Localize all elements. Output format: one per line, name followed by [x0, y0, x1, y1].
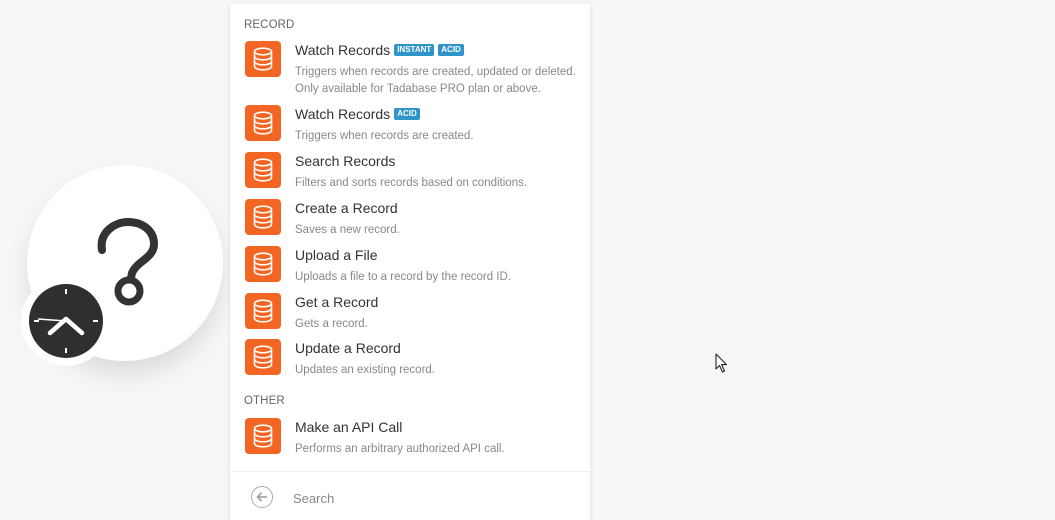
section-title: OTHER: [244, 395, 285, 407]
module-icon: [245, 105, 281, 141]
module-title-text: Upload a File: [295, 247, 378, 263]
module-title: Get a Record: [295, 294, 378, 310]
module-description: Performs an arbitrary authorized API cal…: [295, 443, 505, 455]
module-description: Triggers when records are created.: [295, 130, 474, 142]
module-description: Gets a record.: [295, 318, 368, 330]
module-title-text: Watch Records: [295, 42, 391, 58]
module-picker-panel: RECORD Watch Records INSTANT ACID Triggers w…: [230, 4, 590, 520]
module-description: Triggers when records are created, updat…: [295, 66, 576, 95]
module-icon: [245, 41, 281, 77]
module-description: Filters and sorts records based on condi…: [295, 177, 528, 189]
database-icon: [253, 47, 273, 71]
module-title-text: Make an API Call: [295, 419, 403, 435]
module-title: Upload a File: [295, 247, 378, 263]
arrow-left-icon: [256, 492, 267, 502]
module-title-text: Update a Record: [295, 340, 401, 356]
database-icon: [253, 158, 273, 182]
module-title: Create a Record: [295, 200, 398, 216]
module-title: Watch Records INSTANT ACID: [295, 42, 464, 58]
mouse-cursor-icon: [715, 353, 728, 373]
database-icon: [253, 252, 273, 276]
database-icon: [253, 424, 273, 448]
module-description: Saves a new record.: [295, 224, 400, 236]
module-title-text: Watch Records: [295, 106, 391, 122]
clock-icon[interactable]: [28, 283, 104, 359]
module-badge: ACID: [438, 44, 464, 56]
module-icon: [245, 246, 281, 282]
module-description: Updates an existing record.: [295, 364, 435, 376]
database-icon: [253, 299, 273, 323]
module-badge: INSTANT: [394, 44, 435, 56]
module-icon: [245, 152, 281, 188]
search-input[interactable]: [293, 488, 573, 508]
module-badge: ACID: [394, 108, 420, 120]
module-title-text: Create a Record: [295, 200, 398, 216]
module-icon: [245, 199, 281, 235]
module-icon: [245, 293, 281, 329]
module-title: Update a Record: [295, 340, 401, 356]
module-icon: [245, 418, 281, 454]
module-title: Search Records: [295, 153, 395, 169]
section-title: RECORD: [244, 19, 295, 31]
module-title-text: Get a Record: [295, 294, 379, 310]
database-icon: [253, 205, 273, 229]
module-title: Make an API Call: [295, 419, 402, 435]
module-title-text: Search Records: [295, 153, 396, 169]
panel-footer: [230, 471, 590, 520]
module-description: Uploads a file to a record by the record…: [295, 271, 512, 283]
back-button[interactable]: [251, 486, 273, 508]
database-icon: [253, 345, 273, 369]
module-icon: [245, 339, 281, 375]
module-title: Watch Records ACID: [295, 106, 420, 122]
database-icon: [253, 111, 273, 135]
